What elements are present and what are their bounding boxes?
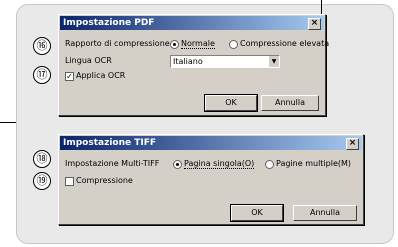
- compression-checkbox[interactable]: [65, 177, 74, 186]
- ok-button[interactable]: OK: [230, 204, 284, 222]
- dialog-title: Impostazione TIFF: [63, 138, 157, 148]
- multiple-pages-radio-label[interactable]: Pagine multiple(M): [276, 159, 351, 168]
- callout-19: ⑲: [33, 172, 51, 190]
- multi-tiff-label: Impostazione Multi-TIFF: [65, 159, 160, 168]
- dialog-titlebar: Impostazione TIFF ×: [60, 136, 362, 150]
- tiff-settings-dialog: Impostazione TIFF × Impostazione Multi-T…: [58, 134, 364, 225]
- dialog-titlebar: Impostazione PDF ×: [60, 16, 324, 30]
- compression-ratio-label: Rapporto di compressione:: [65, 39, 173, 48]
- callout-17: ⑰: [33, 66, 51, 84]
- dialog-title: Impostazione PDF: [63, 18, 155, 28]
- multiple-pages-radio[interactable]: [265, 160, 274, 169]
- high-compression-radio-label[interactable]: Compressione elevata: [240, 39, 329, 48]
- apply-ocr-checkbox[interactable]: ✓: [65, 72, 74, 81]
- ok-button[interactable]: OK: [204, 94, 258, 112]
- close-icon[interactable]: ×: [346, 138, 359, 150]
- normal-radio-label[interactable]: Normale: [181, 39, 215, 49]
- ocr-language-label: Lingua OCR: [65, 56, 112, 65]
- cancel-button[interactable]: Annulla: [293, 205, 357, 221]
- single-page-radio-label[interactable]: Pagina singola(O): [184, 159, 255, 169]
- callout-line: [0, 122, 16, 123]
- callout-18: ⑱: [33, 150, 51, 168]
- apply-ocr-label[interactable]: Applica OCR: [76, 71, 125, 80]
- chevron-down-icon[interactable]: ▼: [268, 56, 279, 67]
- pdf-settings-dialog: Impostazione PDF × Rapporto di compressi…: [58, 14, 329, 116]
- callout-16: ⑯: [33, 37, 51, 55]
- ocr-language-value: Italiano: [173, 57, 203, 66]
- normal-radio[interactable]: [170, 40, 179, 49]
- high-compression-radio[interactable]: [229, 40, 238, 49]
- cancel-button[interactable]: Annulla: [261, 95, 319, 111]
- close-icon[interactable]: ×: [308, 18, 321, 30]
- compression-label[interactable]: Compressione: [76, 176, 133, 185]
- ocr-language-select[interactable]: Italiano ▼: [170, 55, 280, 68]
- single-page-radio[interactable]: [173, 160, 182, 169]
